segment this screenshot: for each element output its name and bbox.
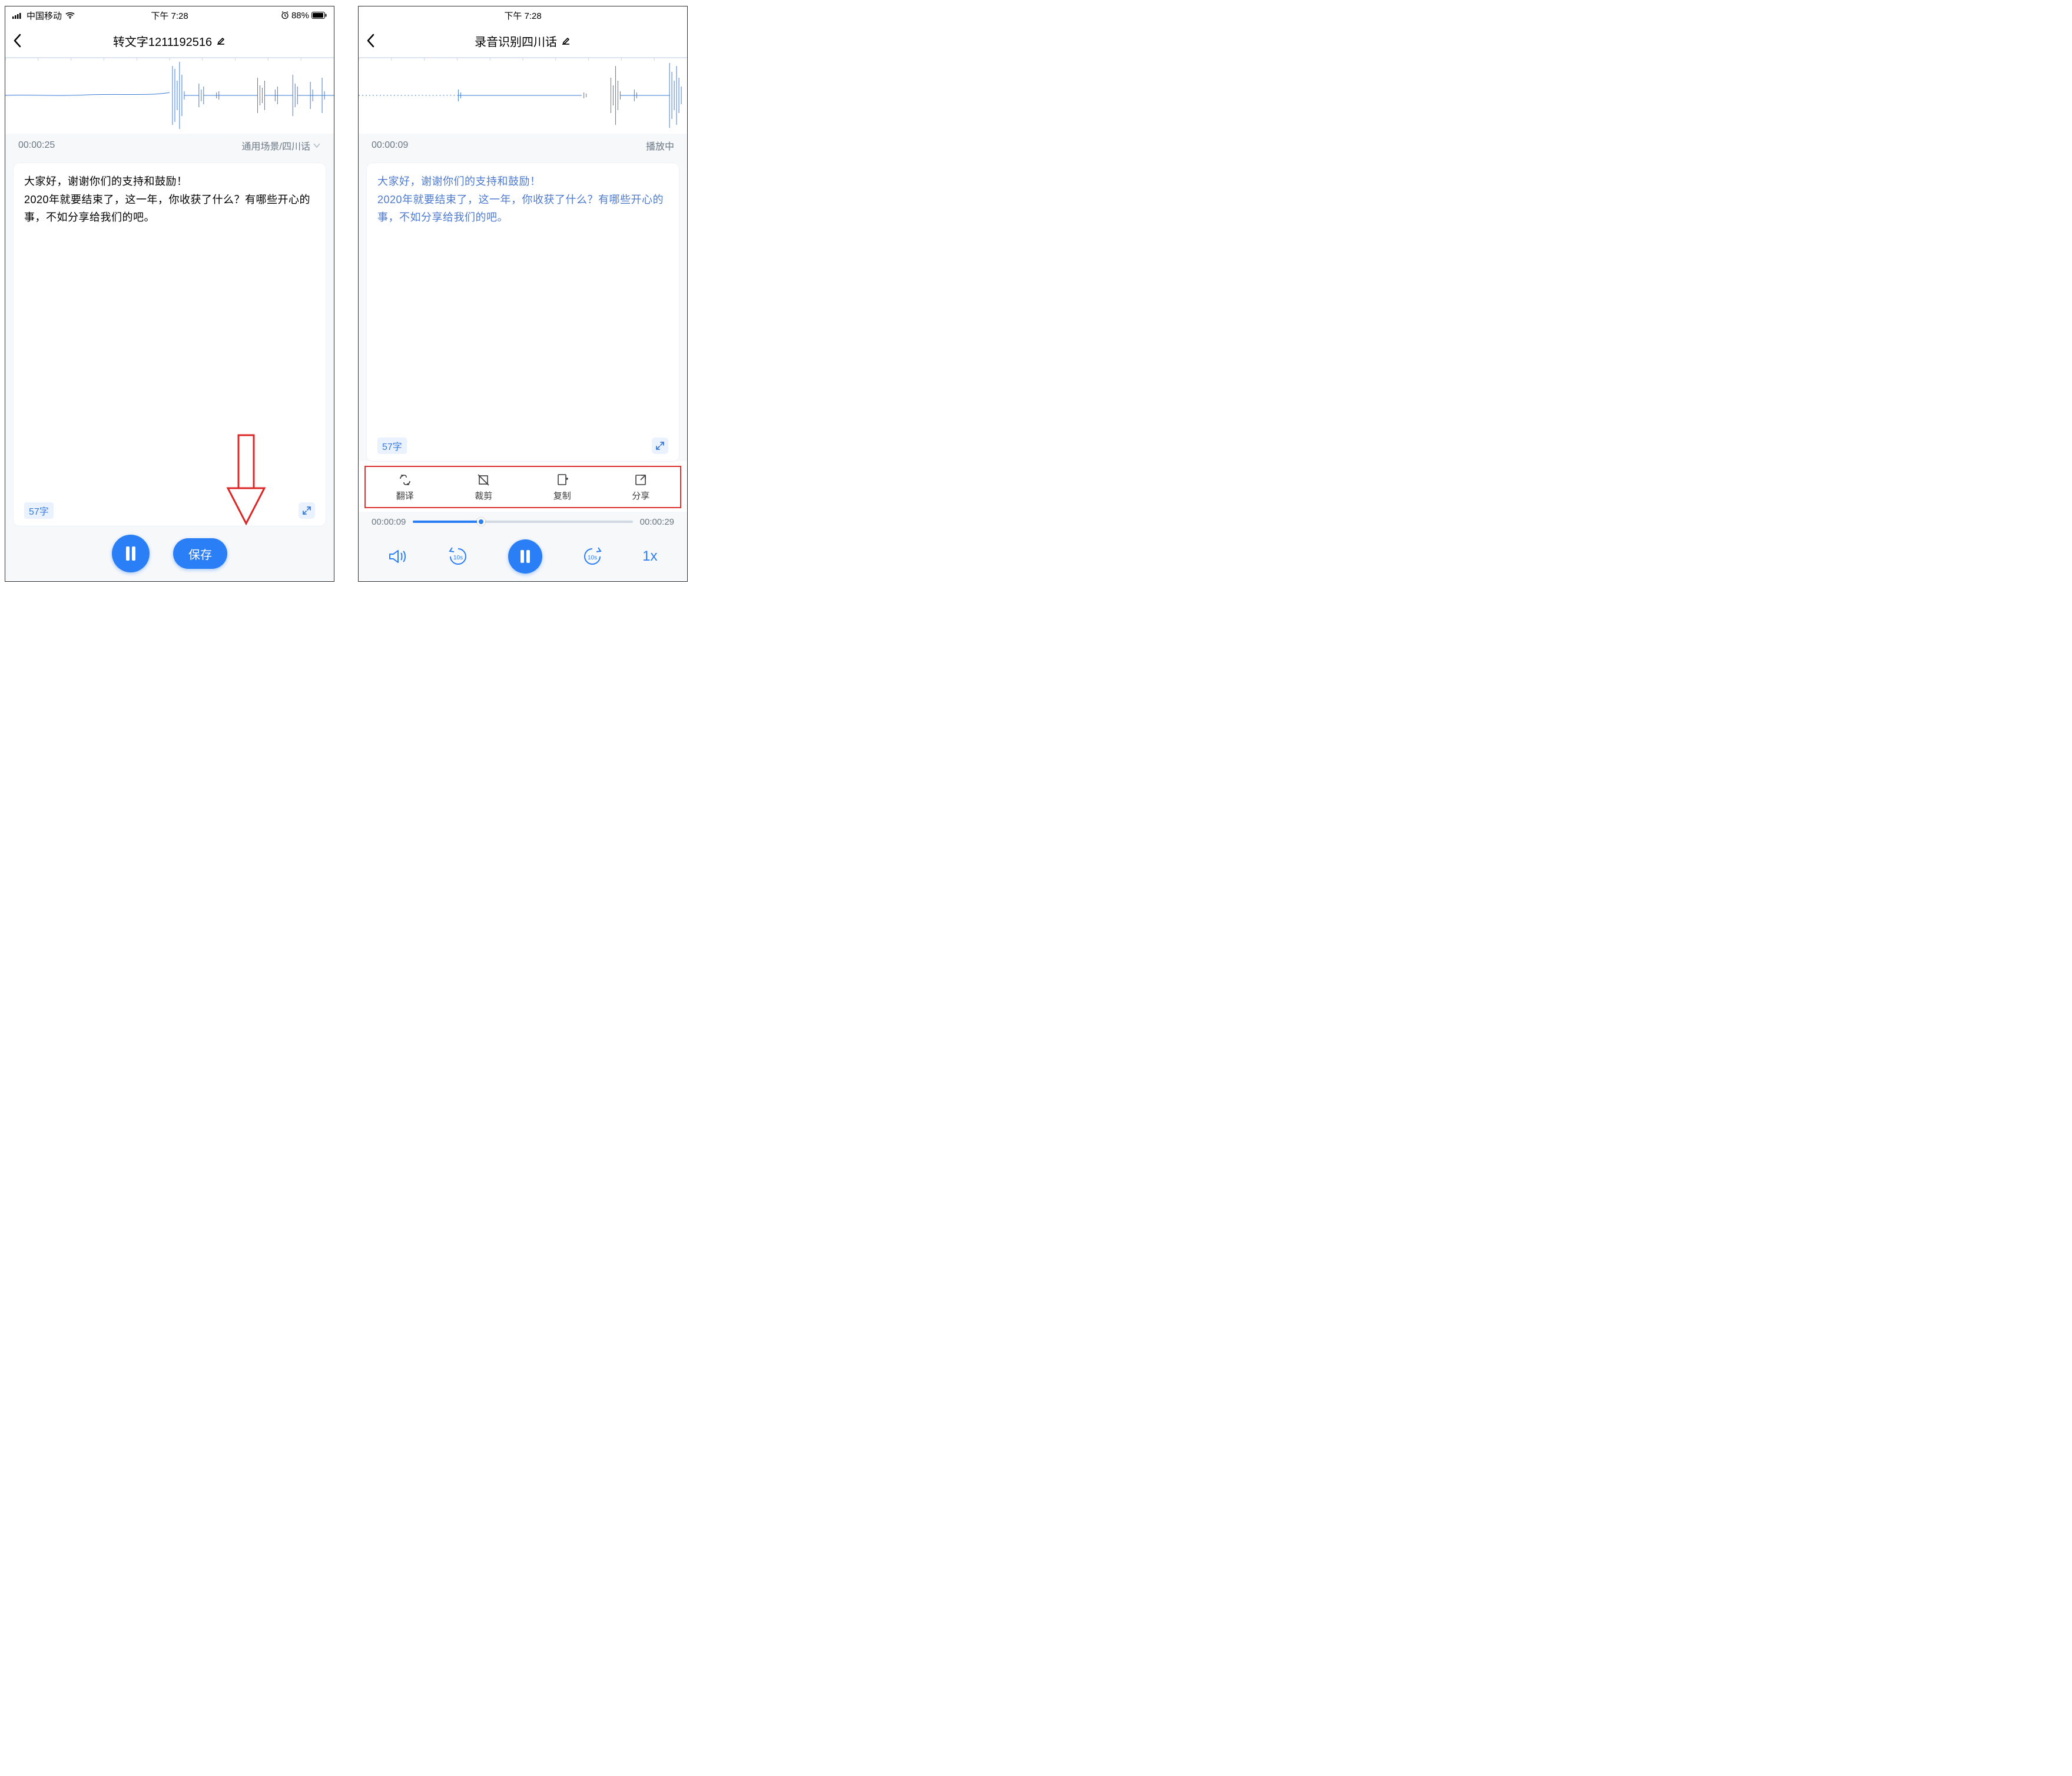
progress-current: 00:00:09	[372, 517, 406, 527]
transcript-card[interactable]: 大家好，谢谢你们的支持和鼓励！ 2020年就要结束了，这一年，你收获了什么？有哪…	[14, 163, 326, 526]
translate-icon	[398, 473, 412, 487]
waveform-display[interactable]	[5, 57, 334, 134]
forward-10s-button[interactable]: 10s	[581, 546, 604, 566]
back-button[interactable]	[366, 33, 375, 48]
word-count-badge: 57字	[377, 438, 407, 454]
pause-button[interactable]	[112, 535, 150, 572]
nav-bar: 录音识别四川话	[359, 24, 687, 57]
transcript-line: 2020年就要结束了，这一年，你收获了什么？有哪些开心的事，不如分享给我们的吧。	[377, 191, 668, 227]
transcript-line: 大家好，谢谢你们的支持和鼓励！	[377, 173, 668, 191]
alarm-icon	[281, 11, 289, 19]
back-button[interactable]	[12, 33, 22, 48]
share-icon	[634, 473, 648, 487]
action-label: 分享	[632, 489, 649, 502]
clock-label: 下午 7:28	[504, 11, 541, 21]
rewind-10s-button[interactable]: 10s	[446, 546, 470, 566]
action-label: 复制	[553, 489, 571, 502]
page-title: 录音识别四川话	[475, 32, 557, 49]
speed-button[interactable]: 1x	[642, 548, 657, 565]
elapsed-time: 00:00:25	[18, 140, 55, 151]
clock-label: 下午 7:28	[151, 11, 188, 21]
chevron-down-icon	[313, 143, 321, 148]
volume-button[interactable]	[388, 548, 408, 565]
signal-icon	[12, 12, 23, 19]
action-row: 翻译 裁剪 复制 分享	[364, 466, 681, 508]
pause-button[interactable]	[508, 539, 542, 574]
transcript-card[interactable]: 大家好，谢谢你们的支持和鼓励！ 2020年就要结束了，这一年，你收获了什么？有哪…	[367, 163, 679, 461]
progress-total: 00:00:29	[640, 517, 674, 527]
page-title: 转文字1211192516	[113, 32, 212, 49]
phone-right: 下午 7:28 录音识别四川话	[358, 6, 688, 582]
copy-icon	[555, 473, 569, 487]
action-label: 裁剪	[475, 489, 492, 502]
battery-icon	[311, 12, 327, 19]
expand-button[interactable]	[652, 438, 668, 454]
word-count-badge: 57字	[24, 502, 54, 519]
svg-text:10s: 10s	[453, 555, 463, 561]
scene-picker[interactable]: 通用场景/四川话	[242, 138, 321, 153]
nav-bar: 转文字1211192516	[5, 24, 334, 57]
status-bar: 下午 7:28	[359, 6, 687, 24]
transcript-line: 2020年就要结束了，这一年，你收获了什么？有哪些开心的事，不如分享给我们的吧。	[24, 191, 315, 227]
content-area: 大家好，谢谢你们的支持和鼓励！ 2020年就要结束了，这一年，你收获了什么？有哪…	[5, 157, 334, 526]
edit-title-icon[interactable]	[561, 35, 571, 46]
battery-label: 88%	[291, 11, 309, 21]
svg-text:10s: 10s	[588, 555, 597, 561]
wifi-icon	[65, 12, 75, 19]
expand-button[interactable]	[299, 502, 315, 519]
edit-title-icon[interactable]	[216, 35, 226, 46]
copy-button[interactable]: 复制	[523, 467, 602, 507]
save-button[interactable]: 保存	[173, 538, 227, 569]
meta-row: 00:00:09 播放中	[359, 134, 687, 157]
bottom-controls: 保存	[5, 526, 334, 581]
crop-icon	[476, 473, 490, 487]
carrier-label: 中国移动	[26, 9, 62, 22]
phone-left: 中国移动 下午 7:28 88% 转文字1211192516	[5, 6, 334, 582]
translate-button[interactable]: 翻译	[366, 467, 445, 507]
share-button[interactable]: 分享	[602, 467, 681, 507]
progress-slider[interactable]	[413, 521, 632, 523]
scene-label: 通用场景/四川话	[242, 138, 310, 153]
action-label: 翻译	[396, 489, 414, 502]
meta-row: 00:00:25 通用场景/四川话	[5, 134, 334, 157]
progress-row: 00:00:09 00:00:29	[359, 512, 687, 532]
waveform-display[interactable]	[359, 57, 687, 134]
content-area: 大家好，谢谢你们的支持和鼓励！ 2020年就要结束了，这一年，你收获了什么？有哪…	[359, 157, 687, 461]
status-bar: 中国移动 下午 7:28 88%	[5, 6, 334, 24]
elapsed-time: 00:00:09	[372, 140, 408, 151]
crop-button[interactable]: 裁剪	[445, 467, 523, 507]
transcript-line: 大家好，谢谢你们的支持和鼓励！	[24, 173, 315, 191]
playback-status: 播放中	[646, 138, 674, 153]
player-controls: 10s 10s 1x	[359, 532, 687, 581]
